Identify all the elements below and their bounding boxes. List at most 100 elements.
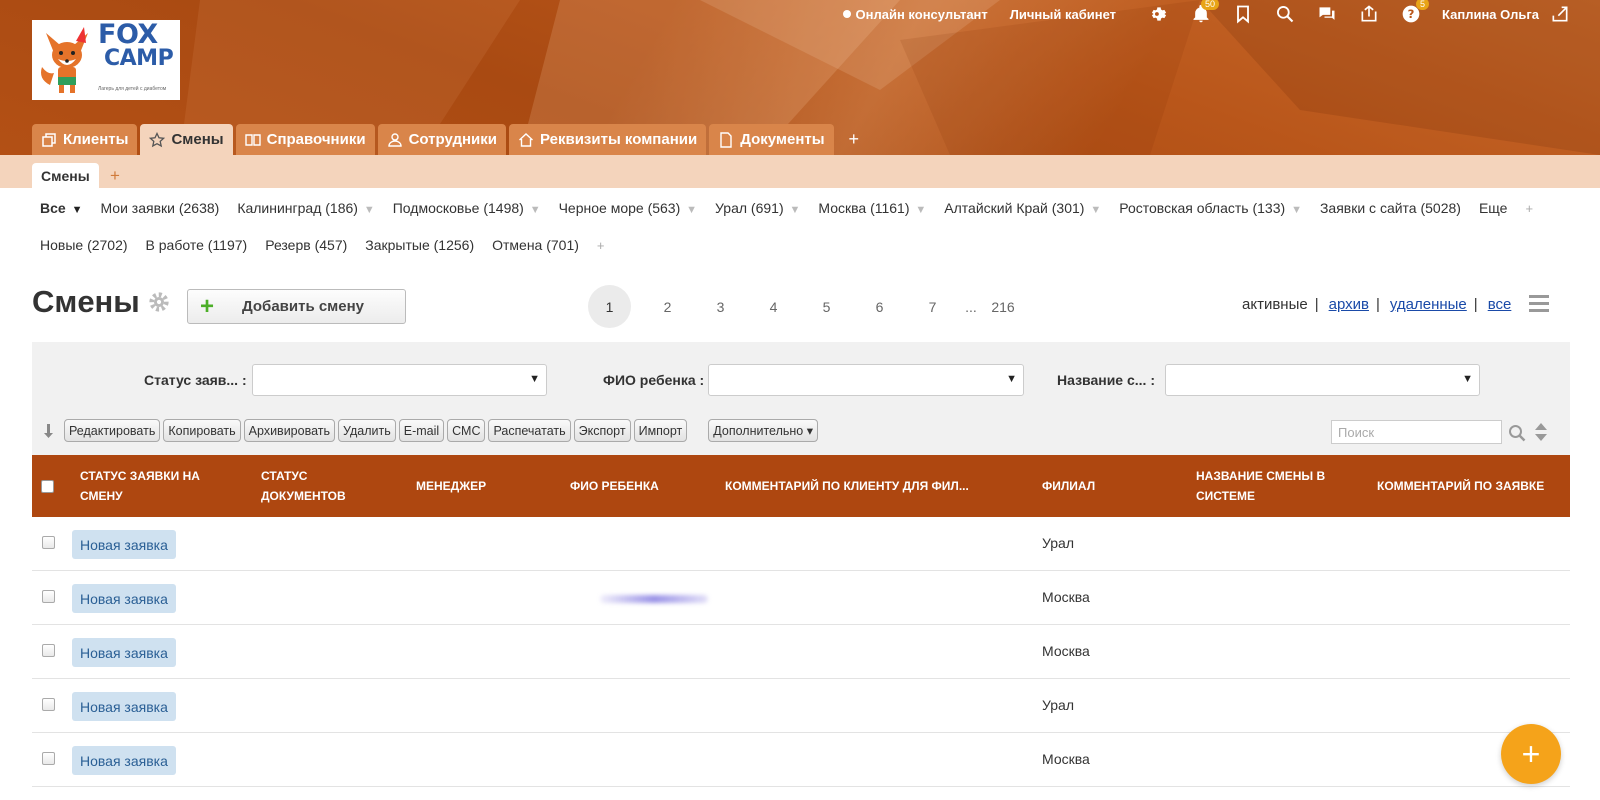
export-share-icon[interactable]: [1359, 4, 1379, 24]
tab-documents[interactable]: Документы: [709, 124, 834, 155]
edit-button[interactable]: Редактировать: [64, 419, 161, 442]
filter-more[interactable]: Еще: [1479, 200, 1508, 216]
bookmark-icon[interactable]: [1233, 4, 1253, 24]
page-1[interactable]: 1: [588, 285, 631, 328]
import-button[interactable]: Импорт: [633, 419, 688, 442]
column-header-request-comment[interactable]: КОММЕНТАРИЙ ПО ЗАЯВКЕ: [1377, 455, 1567, 517]
chevron-down-icon[interactable]: ▼: [790, 204, 801, 216]
menu-hamburger-icon[interactable]: [1529, 295, 1549, 313]
view-archive-link[interactable]: архив: [1329, 296, 1369, 313]
add-subtab-button[interactable]: +: [110, 166, 120, 186]
copy-button[interactable]: Копировать: [163, 419, 241, 442]
tab-clients[interactable]: Клиенты: [32, 124, 138, 155]
sms-button[interactable]: СМС: [447, 419, 486, 442]
chevron-down-icon[interactable]: ▼: [530, 204, 541, 216]
tab-shifts[interactable]: Смены: [140, 124, 233, 155]
filter-kaliningrad[interactable]: Калининград (186) ▼: [237, 200, 374, 216]
chevron-down-icon[interactable]: ▼: [1090, 204, 1101, 216]
tab-company-details[interactable]: Реквизиты компании: [509, 124, 707, 155]
status-badge[interactable]: Новая заявка: [72, 692, 176, 721]
add-filter-button[interactable]: +: [1525, 201, 1533, 216]
page-4[interactable]: 4: [747, 286, 800, 327]
child-name-filter-select[interactable]: ▼: [708, 364, 1024, 396]
filter-moscow[interactable]: Москва (1161) ▼: [818, 200, 926, 216]
add-shift-button[interactable]: + Добавить смену: [187, 289, 406, 324]
search-icon[interactable]: [1508, 424, 1526, 442]
table-row[interactable]: Новая заявка Москва: [32, 733, 1570, 787]
add-tab-button[interactable]: +: [837, 124, 872, 155]
status-badge[interactable]: Новая заявка: [72, 530, 176, 559]
column-header-child-name[interactable]: ФИО РЕБЕНКА: [570, 455, 710, 517]
archive-button[interactable]: Архивировать: [243, 419, 335, 442]
status-badge[interactable]: Новая заявка: [72, 638, 176, 667]
filter-new[interactable]: Новые (2702): [40, 237, 128, 253]
logout-icon[interactable]: [1550, 4, 1570, 24]
table-row[interactable]: Новая заявка Урал: [32, 679, 1570, 733]
row-checkbox[interactable]: [42, 698, 55, 711]
table-row[interactable]: Новая заявка Москва: [32, 625, 1570, 679]
chevron-down-icon[interactable]: ▼: [915, 204, 926, 216]
search-input[interactable]: Поиск: [1331, 420, 1502, 444]
table-row[interactable]: Новая заявка Москва: [32, 571, 1570, 625]
column-header-shift-name[interactable]: НАЗВАНИЕ СМЕНЫ В СИСТЕМЕ: [1196, 455, 1346, 517]
sort-down-icon[interactable]: [42, 423, 56, 439]
export-button[interactable]: Экспорт: [573, 419, 631, 442]
email-button[interactable]: E-mail: [398, 419, 445, 442]
notifications-bell-icon[interactable]: 50: [1191, 0, 1220, 24]
table-row[interactable]: Новая заявка Урал: [32, 517, 1570, 571]
column-header-branch[interactable]: ФИЛИАЛ: [1042, 455, 1162, 517]
select-all-checkbox[interactable]: [41, 479, 54, 493]
row-checkbox[interactable]: [42, 590, 55, 603]
status-filter-select[interactable]: ▼: [252, 364, 547, 396]
page-2[interactable]: 2: [641, 286, 694, 327]
add-filter-button-2[interactable]: +: [597, 238, 605, 253]
filter-in-progress[interactable]: В работе (1197): [146, 237, 248, 253]
filter-closed[interactable]: Закрытые (1256): [365, 237, 474, 253]
user-name[interactable]: Каплина Ольга: [1442, 7, 1539, 22]
filter-altai[interactable]: Алтайский Край (301) ▼: [944, 200, 1101, 216]
row-checkbox[interactable]: [42, 644, 55, 657]
filter-cancelled[interactable]: Отмена (701): [492, 237, 579, 253]
chevron-down-icon[interactable]: ▼: [686, 204, 697, 216]
filter-my-requests[interactable]: Мои заявки (2638): [100, 200, 219, 216]
tab-directories[interactable]: Справочники: [235, 124, 375, 155]
filter-ural[interactable]: Урал (691) ▼: [715, 200, 800, 216]
view-deleted-link[interactable]: удаленные: [1390, 296, 1467, 313]
shift-name-filter-select[interactable]: ▼: [1165, 364, 1480, 396]
subtab-shifts[interactable]: Смены: [32, 163, 99, 188]
floating-add-button[interactable]: +: [1501, 724, 1561, 784]
filter-rostov[interactable]: Ростовская область (133) ▼: [1119, 200, 1302, 216]
row-checkbox[interactable]: [42, 536, 55, 549]
chevron-down-icon[interactable]: ▼: [72, 204, 83, 216]
page-5[interactable]: 5: [800, 286, 853, 327]
page-3[interactable]: 3: [694, 286, 747, 327]
filter-black-sea[interactable]: Черное море (563) ▼: [559, 200, 697, 216]
status-badge[interactable]: Новая заявка: [72, 746, 176, 775]
chat-icon[interactable]: [1317, 4, 1337, 24]
online-consultant-link[interactable]: Онлайн консультант: [842, 7, 988, 22]
column-header-client-comment[interactable]: КОММЕНТАРИЙ ПО КЛИЕНТУ ДЛЯ ФИЛ...: [725, 455, 1025, 517]
chevron-down-icon[interactable]: ▼: [1291, 204, 1302, 216]
column-header-doc-status[interactable]: СТАТУС ДОКУМЕНТОВ: [261, 455, 391, 517]
view-all-link[interactable]: все: [1488, 296, 1512, 313]
search-icon[interactable]: [1275, 4, 1295, 24]
filter-podmoskovye[interactable]: Подмосковье (1498) ▼: [393, 200, 541, 216]
sort-toggle-icon[interactable]: [1534, 422, 1548, 442]
page-last[interactable]: 216: [983, 286, 1023, 327]
page-6[interactable]: 6: [853, 286, 906, 327]
help-icon[interactable]: ? 5: [1401, 0, 1430, 24]
view-active[interactable]: активные: [1242, 296, 1308, 313]
logo[interactable]: FOX CAMP Лагерь для детей с диабетом: [32, 20, 180, 100]
status-badge[interactable]: Новая заявка: [72, 584, 176, 613]
settings-gear-icon[interactable]: [148, 291, 170, 313]
chevron-down-icon[interactable]: ▼: [364, 204, 375, 216]
more-actions-button[interactable]: Дополнительно ▾: [708, 419, 818, 442]
filter-reserve[interactable]: Резерв (457): [265, 237, 347, 253]
print-button[interactable]: Распечатать: [488, 419, 571, 442]
page-7[interactable]: 7: [906, 286, 959, 327]
filter-site-requests[interactable]: Заявки с сайта (5028): [1320, 200, 1461, 216]
row-checkbox[interactable]: [42, 752, 55, 765]
delete-button[interactable]: Удалить: [338, 419, 396, 442]
tab-employees[interactable]: Сотрудники: [377, 124, 506, 155]
column-header-manager[interactable]: МЕНЕДЖЕР: [416, 455, 556, 517]
